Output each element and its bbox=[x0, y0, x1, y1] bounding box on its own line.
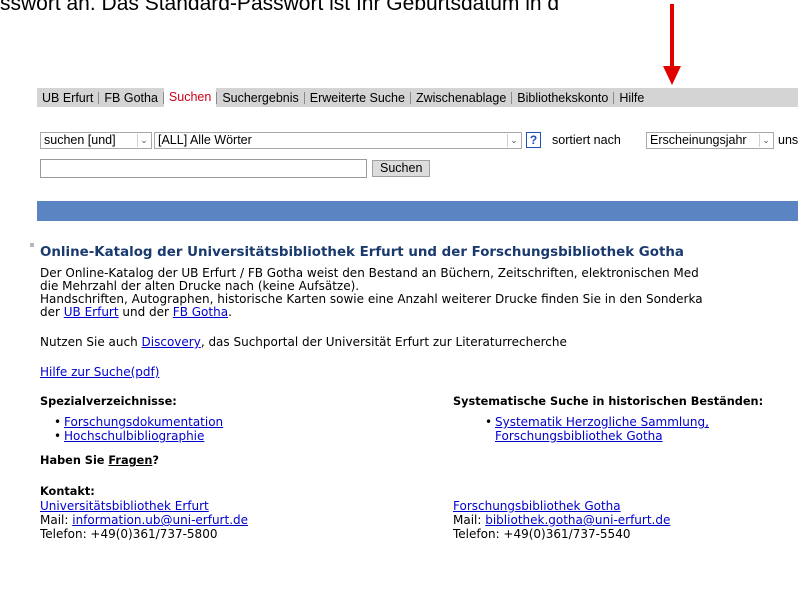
ub-mail-link[interactable]: information.ub@uni-erfurt.de bbox=[72, 513, 248, 527]
operator-select-value: suchen [und] bbox=[44, 133, 116, 147]
hochschulbibliographie-link[interactable]: Hochschulbibliographie bbox=[64, 429, 204, 443]
intro-line-3: Handschriften, Autographen, historische … bbox=[40, 292, 703, 306]
contact-left: Kontakt: Universitätsbibliothek Erfurt M… bbox=[40, 485, 248, 541]
systematic-list: Systematik Herzogliche Sammlung,Forschun… bbox=[483, 415, 763, 443]
help-question-icon[interactable]: ? bbox=[526, 132, 541, 148]
chevron-down-icon: ⌄ bbox=[759, 134, 772, 147]
questions-text: ? bbox=[152, 454, 159, 467]
search-submit-button[interactable]: Suchen bbox=[372, 160, 431, 177]
contact-title: Kontakt: bbox=[40, 485, 95, 498]
nav-hilfe[interactable]: Hilfe bbox=[614, 91, 649, 105]
top-navigation: UB Erfurt FB Gotha Suchen Suchergebnis E… bbox=[37, 88, 798, 107]
questions-text: Haben Sie bbox=[40, 454, 109, 467]
help-pdf-line: Hilfe zur Suche(pdf) bbox=[40, 365, 159, 379]
sort-select-value: Erscheinungsjahr bbox=[650, 133, 747, 147]
nav-bibliothekskonto[interactable]: Bibliothekskonto bbox=[512, 91, 613, 105]
operator-select[interactable]: suchen [und] ⌄ bbox=[40, 132, 152, 149]
systematik-link-line-1: Systematik Herzogliche Sammlung, bbox=[495, 415, 709, 429]
search-field-select-value: [ALL] Alle Wörter bbox=[158, 133, 252, 147]
forschungsdokumentation-link[interactable]: Forschungsdokumentation bbox=[64, 415, 223, 429]
search-field-select[interactable]: [ALL] Alle Wörter ⌄ bbox=[154, 132, 522, 149]
fragen-link[interactable]: Fragen bbox=[108, 454, 152, 467]
list-item: Hochschulbibliographie bbox=[52, 429, 223, 443]
fb-mail-link[interactable]: bibliothek.gotha@uni-erfurt.de bbox=[485, 513, 670, 527]
nav-ub-erfurt[interactable]: UB Erfurt bbox=[37, 91, 98, 105]
intro-line-4-text: . bbox=[228, 305, 232, 319]
discovery-text: Nutzen Sie auch bbox=[40, 335, 142, 349]
mail-label: Mail: bbox=[40, 513, 73, 527]
ub-erfurt-contact-link[interactable]: Universitätsbibliothek Erfurt bbox=[40, 499, 209, 513]
special-section: Spezialverzeichnisse: Forschungsdokument… bbox=[40, 395, 223, 443]
questions-line: Haben Sie Fragen? bbox=[40, 454, 159, 468]
special-title: Spezialverzeichnisse: bbox=[40, 395, 177, 408]
discovery-link[interactable]: Discovery bbox=[142, 335, 201, 349]
nav-zwischenablage[interactable]: Zwischenablage bbox=[411, 91, 511, 105]
fb-gotha-contact-link[interactable]: Forschungsbibliothek Gotha bbox=[453, 499, 621, 513]
ub-erfurt-link[interactable]: UB Erfurt bbox=[64, 305, 119, 319]
blue-header-bar bbox=[37, 201, 798, 221]
fb-gotha-link[interactable]: FB Gotha bbox=[173, 305, 228, 319]
systematik-link-line-2: Forschungsbibliothek Gotha bbox=[495, 429, 663, 443]
list-item: Forschungsdokumentation bbox=[52, 415, 223, 429]
main-content: Online-Katalog der Universitätsbibliothe… bbox=[30, 243, 798, 541]
systematic-section: Systematische Suche in historischen Best… bbox=[453, 395, 763, 443]
instruction-text: sswort an. Das Standard-Passwort ist Ihr… bbox=[0, 0, 560, 15]
intro-line-1: Der Online-Katalog der UB Erfurt / FB Go… bbox=[40, 266, 699, 280]
intro-line-4-text: der bbox=[40, 305, 64, 319]
intro-line-4-text: und der bbox=[118, 305, 173, 319]
nav-suchen[interactable]: Suchen bbox=[163, 88, 217, 107]
chevron-down-icon: ⌄ bbox=[137, 134, 150, 147]
sort-label: sortiert nach bbox=[552, 133, 621, 147]
systematik-link[interactable]: Systematik Herzogliche Sammlung, Forschun… bbox=[495, 415, 709, 443]
bullet-square-icon bbox=[30, 243, 34, 247]
contact-right: Forschungsbibliothek Gotha Mail: bibliot… bbox=[453, 499, 670, 541]
nav-fb-gotha[interactable]: FB Gotha bbox=[99, 91, 163, 105]
mail-label: Mail: bbox=[453, 513, 486, 527]
special-list: Forschungsdokumentation Hochschulbibliog… bbox=[52, 415, 223, 443]
sort-direction-label: uns bbox=[778, 133, 798, 147]
page-heading: Online-Katalog der Universitätsbibliothe… bbox=[40, 245, 684, 260]
sort-select[interactable]: Erscheinungsjahr ⌄ bbox=[646, 132, 774, 149]
intro-line-4: der UB Erfurt und der FB Gotha. bbox=[40, 305, 232, 319]
list-item: Systematik Herzogliche Sammlung,Forschun… bbox=[483, 415, 763, 443]
chevron-down-icon: ⌄ bbox=[507, 134, 520, 147]
red-arrow-annotation bbox=[663, 4, 681, 85]
discovery-line: Nutzen Sie auch Discovery, das Suchporta… bbox=[40, 335, 567, 349]
nav-erweiterte-suche[interactable]: Erweiterte Suche bbox=[305, 91, 410, 105]
intro-line-2: die Mehrzahl der alten Drucke nach (kein… bbox=[40, 279, 360, 293]
discovery-text: , das Suchportal der Universität Erfurt … bbox=[200, 335, 567, 349]
ub-phone: Telefon: +49(0)361/737-5800 bbox=[40, 527, 218, 541]
systematic-title: Systematische Suche in historischen Best… bbox=[453, 395, 764, 408]
search-input[interactable] bbox=[40, 159, 367, 178]
nav-suchergebnis[interactable]: Suchergebnis bbox=[217, 91, 303, 105]
help-pdf-link[interactable]: Hilfe zur Suche(pdf) bbox=[40, 365, 159, 379]
fb-phone: Telefon: +49(0)361/737-5540 bbox=[453, 527, 631, 541]
